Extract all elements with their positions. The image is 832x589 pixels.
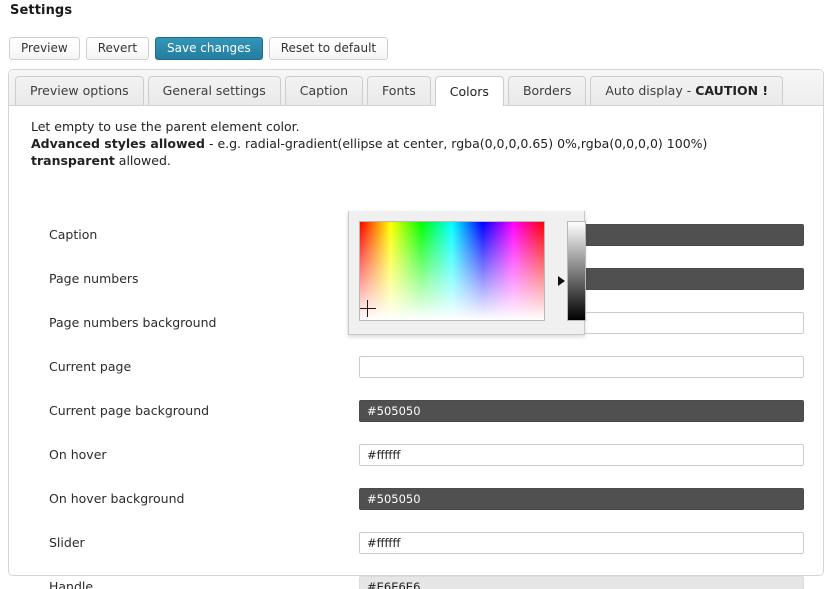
field-row-handle: Handle [9, 570, 823, 589]
slider-color-input[interactable] [359, 532, 804, 554]
help-line-2: Advanced styles allowed - e.g. radial-gr… [31, 135, 823, 152]
whiteness-gradient-layer [360, 222, 544, 320]
current-page-color-input[interactable] [359, 356, 804, 378]
tab-strip: Preview options General settings Caption… [9, 70, 823, 106]
help-line-3: transparent allowed. [31, 152, 823, 169]
field-label-current-page: Current page [49, 359, 132, 374]
help-line-1: Let empty to use the parent element colo… [31, 119, 300, 134]
tab-label: Borders [522, 83, 572, 98]
field-label-handle: Handle [49, 579, 94, 589]
page-title: Settings [10, 3, 73, 18]
field-label-slider: Slider [49, 535, 85, 550]
brightness-slider-arrow-icon[interactable] [558, 276, 565, 286]
preview-button[interactable]: Preview [9, 37, 80, 60]
tab-label: Auto display - [605, 83, 696, 98]
field-row-slider: Slider [9, 526, 823, 570]
field-label-on-hover-background: On hover background [49, 491, 185, 506]
tab-label: Colors [449, 84, 489, 99]
tab-label: General settings [162, 83, 266, 98]
reset-to-default-button[interactable]: Reset to default [268, 37, 389, 60]
tab-fonts[interactable]: Fonts [367, 76, 431, 105]
field-row-on-hover: On hover [9, 438, 823, 482]
field-label-current-page-background: Current page background [49, 403, 210, 418]
field-row-current-page-background: Current page background [9, 394, 823, 438]
field-label-on-hover: On hover [49, 447, 107, 462]
field-label-caption: Caption [49, 227, 98, 242]
current-page-background-color-input[interactable] [359, 400, 804, 422]
field-row-on-hover-background: On hover background [9, 482, 823, 526]
help-line-2-rest: - e.g. radial-gradient(ellipse at center… [204, 136, 708, 151]
tab-preview-options[interactable]: Preview options [15, 76, 144, 105]
tab-colors[interactable]: Colors [434, 76, 504, 106]
tab-caption[interactable]: Caption [284, 76, 364, 105]
brightness-slider[interactable] [558, 221, 586, 321]
color-picker-body [359, 221, 586, 324]
handle-color-input[interactable] [359, 576, 804, 589]
saturation-gradient-area[interactable] [359, 221, 545, 321]
help-line-3-rest: allowed. [114, 153, 171, 168]
revert-button[interactable]: Revert [85, 37, 150, 60]
settings-page: Settings Preview Revert Save changes Res… [0, 0, 832, 589]
action-button-bar: Preview Revert Save changes Reset to def… [9, 37, 389, 60]
field-label-page-numbers: Page numbers [49, 271, 139, 286]
tab-general-settings[interactable]: General settings [147, 76, 281, 105]
brightness-gradient-bar[interactable] [567, 221, 586, 321]
color-picker-popup[interactable] [348, 211, 586, 335]
help-text: Let empty to use the parent element colo… [31, 118, 823, 169]
field-label-page-numbers-background: Page numbers background [49, 315, 217, 330]
tab-borders[interactable]: Borders [507, 76, 587, 105]
tab-label: Preview options [30, 83, 129, 98]
tab-content-colors: Let empty to use the parent element colo… [9, 106, 823, 589]
tab-label: Caption [299, 83, 349, 98]
help-line-2-bold: Advanced styles allowed [31, 136, 205, 151]
tab-label: Fonts [382, 83, 416, 98]
help-line-3-bold: transparent [31, 153, 115, 168]
tab-auto-display[interactable]: Auto display - CAUTION ! [590, 76, 784, 105]
tab-caution-label: CAUTION ! [695, 83, 769, 98]
save-changes-button[interactable]: Save changes [155, 37, 263, 60]
on-hover-color-input[interactable] [359, 444, 804, 466]
on-hover-background-color-input[interactable] [359, 488, 804, 510]
field-row-current-page: Current page [9, 350, 823, 394]
